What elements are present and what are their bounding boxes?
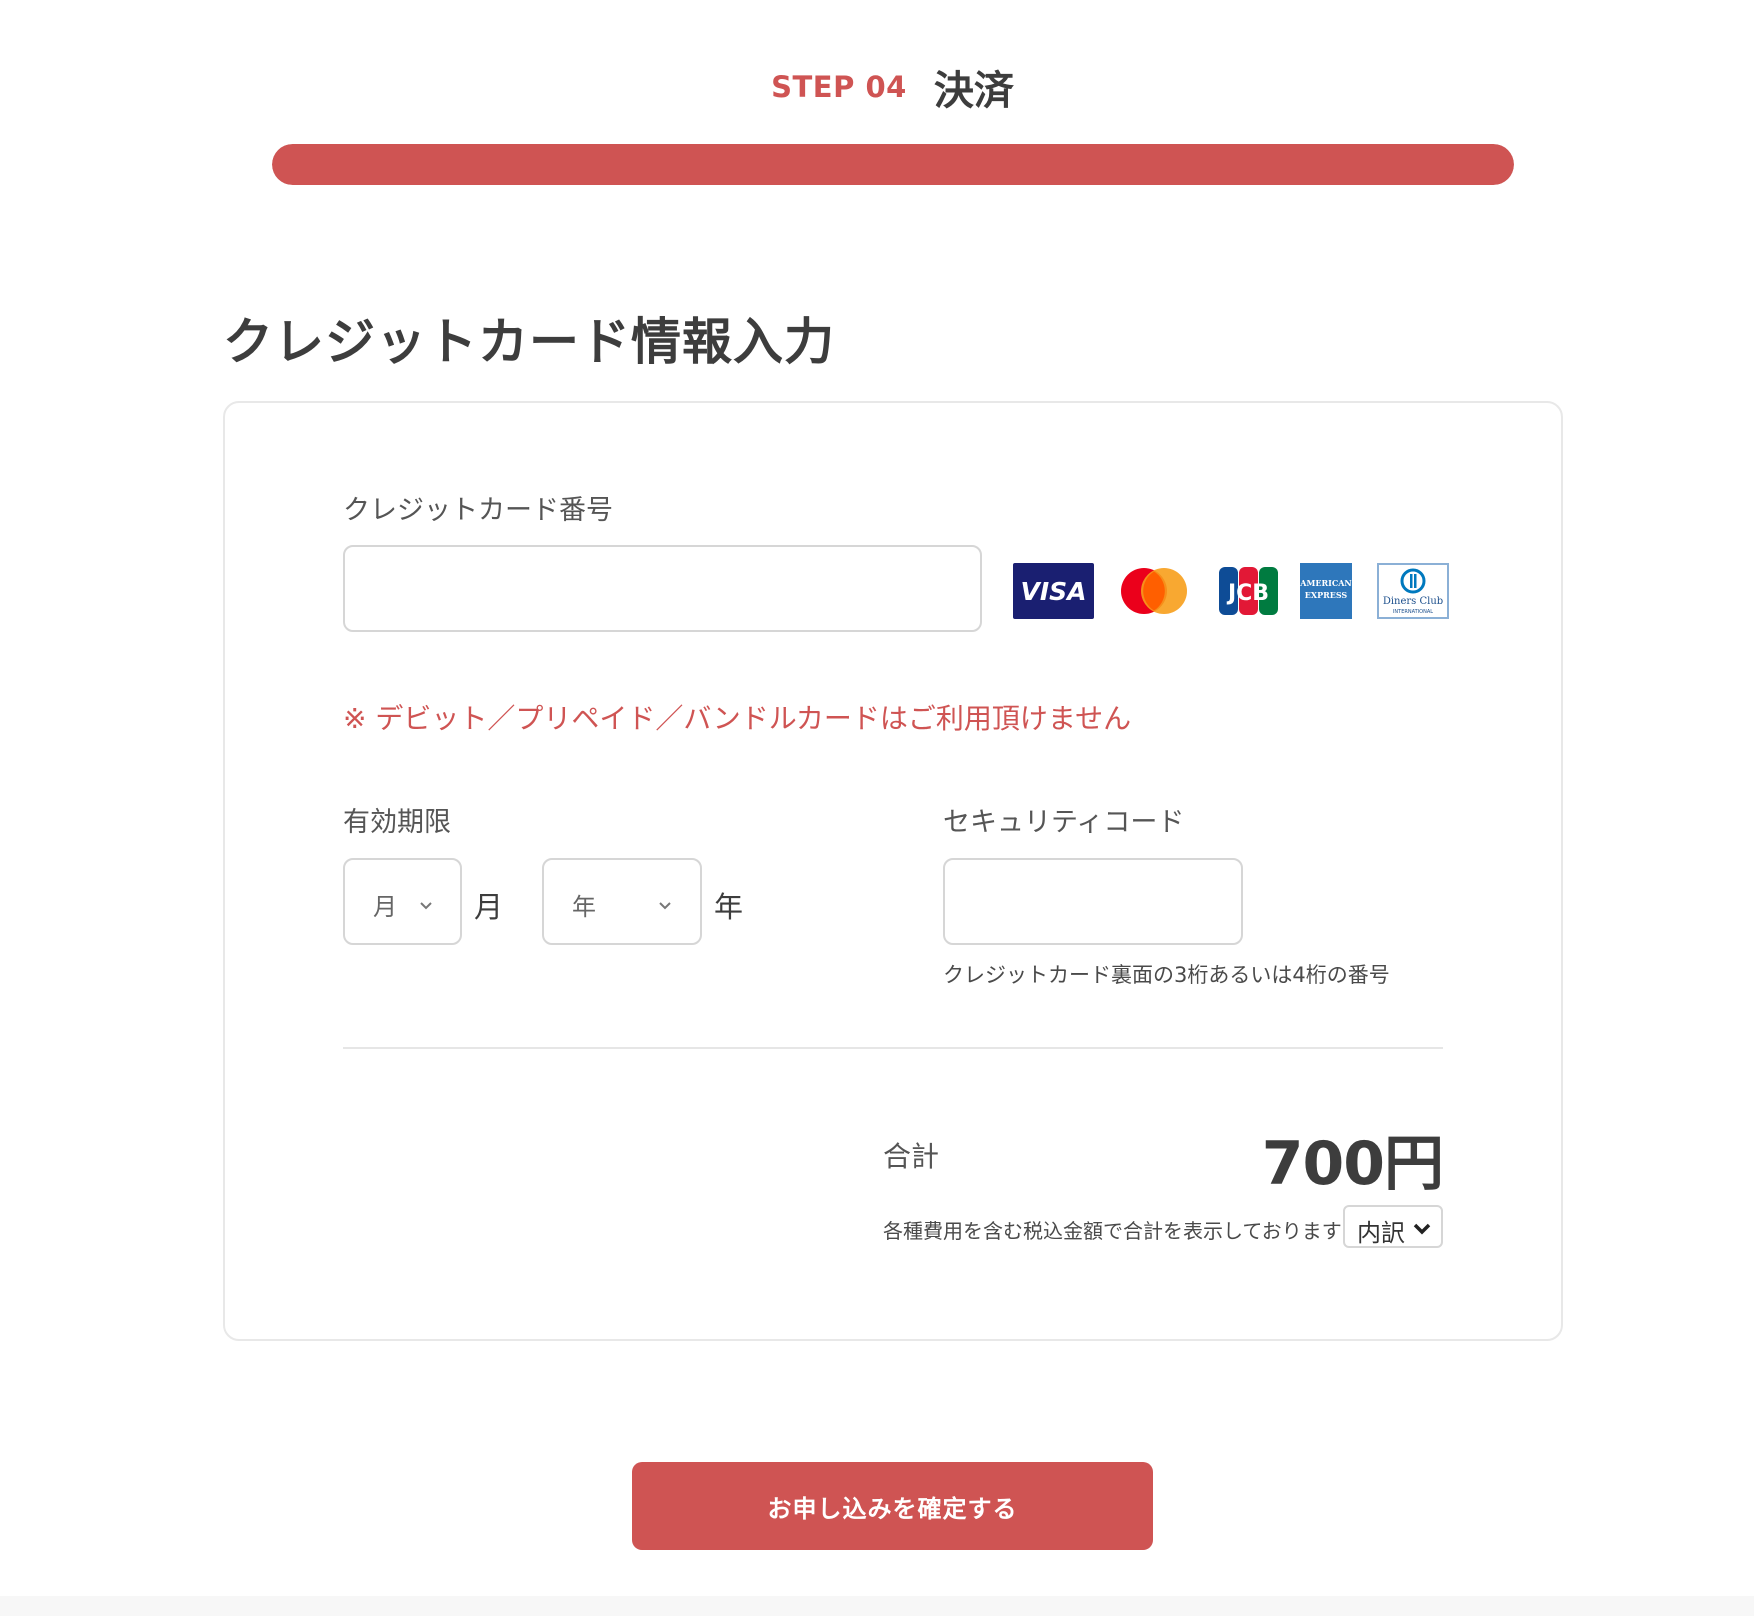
progress-bar — [272, 144, 1514, 185]
diners-logo-line1: Diners Club — [1383, 596, 1443, 607]
card-brand-logos: VISA JCB AMERICAN EXPRESS Diners Club IN… — [1013, 563, 1449, 619]
amex-logo-line2: EXPRESS — [1305, 590, 1348, 600]
breakdown-label: 内訳 — [1357, 1219, 1405, 1247]
page-footer-band — [0, 1596, 1754, 1616]
expiry-month-placeholder: 月 — [373, 893, 397, 921]
step-title: 決済 — [933, 68, 1014, 114]
security-code-help: クレジットカード裏面の3桁あるいは4桁の番号 — [943, 963, 1390, 987]
breakdown-toggle-button[interactable]: 内訳 — [1343, 1205, 1443, 1248]
progress-bar-fill — [272, 144, 1514, 185]
expiry-year-select[interactable]: 年 — [542, 858, 702, 945]
page-title: クレジットカード情報入力 — [223, 313, 835, 371]
jcb-logo: JCB — [1217, 563, 1280, 619]
tax-note: 各種費用を含む税込金額で合計を表示しております — [883, 1219, 1342, 1243]
card-number-label: クレジットカード番号 — [343, 495, 613, 526]
expiry-year-placeholder: 年 — [572, 893, 596, 921]
security-code-label: セキュリティコード — [943, 807, 1185, 838]
visa-logo: VISA — [1013, 563, 1094, 619]
security-code-input[interactable] — [943, 858, 1243, 945]
total-label: 合計 — [883, 1140, 940, 1173]
card-restriction-notice: ※ デビット／プリペイド／バンドルカードはご利用頂けません — [343, 702, 1132, 735]
step-number: STEP 04 — [771, 70, 907, 104]
expiry-month-select[interactable]: 月 — [343, 858, 462, 945]
diners-club-logo: Diners Club INTERNATIONAL — [1377, 563, 1449, 619]
diners-logo-line2: INTERNATIONAL — [1393, 609, 1433, 615]
jcb-logo-text: JCB — [1226, 581, 1269, 606]
amex-logo: AMERICAN EXPRESS — [1300, 563, 1352, 619]
confirm-application-button[interactable]: お申し込みを確定する — [632, 1462, 1153, 1550]
mastercard-logo — [1118, 563, 1190, 619]
visa-logo-text: VISA — [1020, 577, 1086, 606]
chevron-down-icon — [1413, 1221, 1431, 1240]
chevron-down-icon — [658, 896, 672, 915]
section-divider — [343, 1047, 1443, 1049]
expiry-month-unit: 月 — [474, 890, 504, 924]
amex-logo-line1: AMERICAN — [1300, 578, 1352, 588]
card-number-input[interactable] — [343, 545, 982, 632]
expiry-year-unit: 年 — [714, 890, 744, 924]
step-heading: STEP 04 決済 — [0, 58, 1754, 116]
total-amount: 700円 — [1261, 1129, 1444, 1199]
chevron-down-icon — [419, 896, 433, 915]
expiry-label: 有効期限 — [343, 807, 451, 838]
